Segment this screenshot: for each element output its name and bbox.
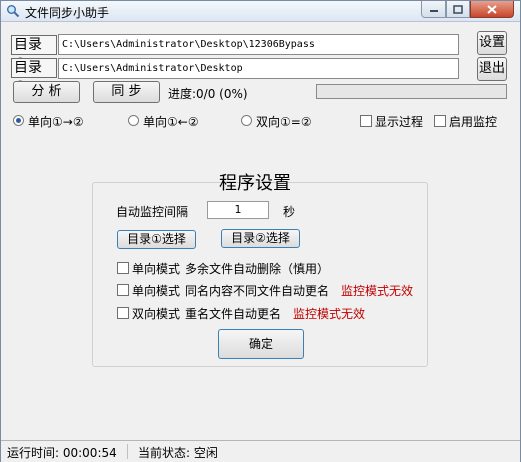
opt3-text: 重名文件自动更名 <box>185 307 282 321</box>
app-window: 文件同步小助手 目录① C:\Users\Administrator\Deskt… <box>0 0 521 462</box>
progress-bar <box>316 84 507 99</box>
enable-monitor-label[interactable]: 启用监控 <box>449 113 497 130</box>
enable-monitor-checkbox[interactable] <box>434 115 446 127</box>
opt1-checkbox[interactable] <box>117 262 129 274</box>
status-bar: 运行时间: 00:00:54 当前状态: 空闲 <box>1 440 520 462</box>
interval-input[interactable]: 1 <box>207 201 269 219</box>
show-process-checkbox[interactable] <box>360 115 372 127</box>
analyze-button[interactable]: 分 析 <box>13 81 80 103</box>
show-process-label[interactable]: 显示过程 <box>375 113 423 130</box>
one-way-right-label[interactable]: 单向①→② <box>28 113 84 130</box>
opt2-mode: 单向模式 <box>132 284 181 298</box>
confirm-button[interactable]: 确定 <box>218 329 304 359</box>
opt2-text: 同名内容不同文件自动更名 <box>185 284 330 298</box>
dir2-select-button[interactable]: 目录②选择 <box>221 229 300 248</box>
opt3-checkbox[interactable] <box>117 307 129 319</box>
opt3-mode: 双向模式 <box>132 307 181 321</box>
maximize-button[interactable] <box>446 1 470 18</box>
opt2-warning: 监控模式无效 <box>341 284 414 298</box>
settings-button[interactable]: 设置 <box>477 31 507 55</box>
dir2-path-field[interactable]: C:\Users\Administrator\Desktop <box>58 58 459 79</box>
state-text: 当前状态: 空闲 <box>138 446 218 460</box>
radio-two-way[interactable] <box>241 115 252 126</box>
dir1-select-button[interactable]: 目录①选择 <box>117 230 196 249</box>
title-bar[interactable]: 文件同步小助手 <box>1 1 520 22</box>
progress-text: 进度:0/0 (0%) <box>168 87 248 101</box>
settings-title: 程序设置 <box>219 173 291 194</box>
dir1-path-field[interactable]: C:\Users\Administrator\Desktop\12306Bypa… <box>58 34 459 55</box>
interval-unit: 秒 <box>283 205 296 219</box>
minimize-button[interactable] <box>421 1 446 18</box>
minimize-icon <box>429 10 438 12</box>
opt1-text: 多余文件自动删除（慎用） <box>185 262 330 276</box>
close-icon <box>487 4 497 14</box>
interval-label: 自动监控间隔 <box>116 205 189 219</box>
opt2-checkbox[interactable] <box>117 284 129 296</box>
maximize-icon <box>453 4 463 14</box>
radio-one-way-right[interactable] <box>13 115 24 126</box>
dir2-label: 目录② <box>11 58 57 95</box>
one-way-left-label[interactable]: 单向①←② <box>143 113 199 130</box>
two-way-label[interactable]: 双向①=② <box>256 113 312 130</box>
opt3-warning: 监控模式无效 <box>293 307 366 321</box>
runtime-text: 运行时间: 00:00:54 <box>7 446 117 460</box>
opt1-mode: 单向模式 <box>132 262 181 276</box>
magnifier-app-icon <box>7 5 20 18</box>
exit-button[interactable]: 退出 <box>477 57 507 81</box>
radio-one-way-left[interactable] <box>128 115 139 126</box>
dir1-label: 目录① <box>11 35 57 72</box>
sync-button[interactable]: 同 步 <box>93 81 160 103</box>
close-button[interactable] <box>470 1 514 18</box>
window-title: 文件同步小助手 <box>25 6 110 20</box>
status-separator <box>127 444 128 459</box>
